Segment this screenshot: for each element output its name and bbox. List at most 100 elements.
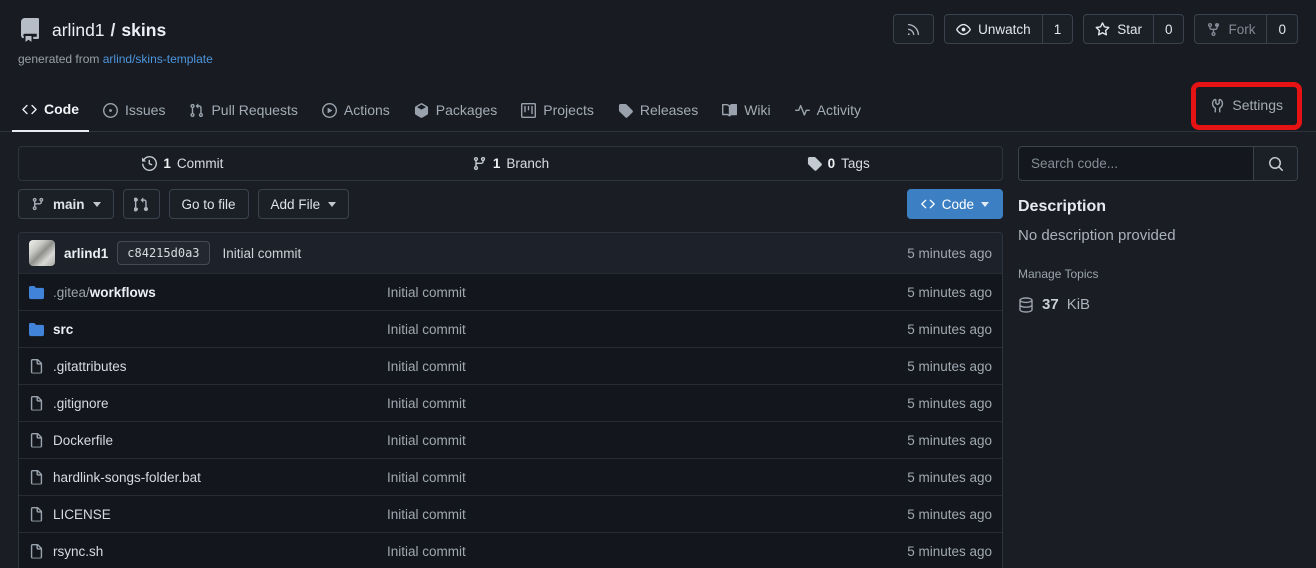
tab-code[interactable]: Code: [12, 92, 89, 132]
search-input[interactable]: [1019, 147, 1253, 180]
stars-count[interactable]: 0: [1153, 15, 1184, 43]
generated-from-text: generated from: [18, 52, 99, 66]
file-commit-message[interactable]: Initial commit: [387, 322, 822, 337]
file-commit-time: 5 minutes ago: [822, 544, 992, 559]
file-name: LICENSE: [53, 507, 111, 522]
tab-packages-label: Packages: [436, 102, 497, 118]
chevron-down-icon: [328, 202, 336, 207]
file-name: .gitignore: [53, 396, 109, 411]
file-commit-time: 5 minutes ago: [822, 396, 992, 411]
file-table: arlind1 c84215d0a3 Initial commit 5 minu…: [18, 232, 1003, 568]
folder-link[interactable]: .gitea/workflows: [29, 285, 387, 300]
file-link[interactable]: hardlink-songs-folder.bat: [29, 470, 387, 485]
branch-selector[interactable]: main: [18, 189, 114, 219]
tags-stat[interactable]: 0 Tags: [674, 156, 1002, 171]
star-label: Star: [1117, 22, 1142, 37]
tab-actions[interactable]: Actions: [312, 93, 400, 131]
tab-issues[interactable]: Issues: [93, 93, 175, 131]
repo-toolbar: main Go to file Add File Code: [18, 189, 1003, 219]
commit-author-link[interactable]: arlind1: [64, 246, 108, 261]
file-link[interactable]: .gitattributes: [29, 359, 387, 374]
rss-icon: [894, 15, 933, 43]
commits-count: 1: [163, 156, 171, 171]
file-commit-message[interactable]: Initial commit: [387, 285, 822, 300]
file-link[interactable]: .gitignore: [29, 396, 387, 411]
tab-wiki[interactable]: Wiki: [712, 93, 780, 131]
code-download-button[interactable]: Code: [907, 189, 1003, 219]
go-to-file-button[interactable]: Go to file: [169, 189, 249, 219]
star-button[interactable]: Star: [1084, 15, 1153, 43]
file-commit-message[interactable]: Initial commit: [387, 470, 822, 485]
folder-name: workflows: [90, 285, 156, 300]
manage-topics-link[interactable]: Manage Topics: [1018, 267, 1298, 281]
database-icon: [1018, 297, 1034, 313]
star-button-group: Star 0: [1083, 14, 1184, 44]
branches-label: Branch: [506, 156, 549, 171]
repo-size-value: 37: [1042, 296, 1059, 313]
fork-button[interactable]: Fork: [1195, 15, 1266, 43]
pull-request-icon: [189, 103, 204, 118]
rss-button[interactable]: [893, 14, 934, 44]
file-link[interactable]: rsync.sh: [29, 544, 387, 559]
commit-message-link[interactable]: Initial commit: [223, 246, 302, 261]
branch-name: main: [53, 197, 85, 212]
file-icon: [29, 470, 44, 485]
compare-button[interactable]: [123, 189, 160, 219]
tab-actions-label: Actions: [344, 102, 390, 118]
tags-label: Tags: [841, 156, 870, 171]
table-row: Dockerfile Initial commit 5 minutes ago: [19, 421, 1002, 458]
forks-count[interactable]: 0: [1266, 15, 1297, 43]
file-commit-time: 5 minutes ago: [822, 285, 992, 300]
eye-icon: [956, 22, 971, 37]
repo-owner-link[interactable]: arlind1: [52, 20, 105, 41]
file-commit-time: 5 minutes ago: [822, 433, 992, 448]
fork-button-group: Fork 0: [1194, 14, 1298, 44]
tab-projects[interactable]: Projects: [511, 93, 604, 131]
repo-page: arlind1 / skins Unwatch 1: [0, 0, 1316, 568]
repo-action-buttons: Unwatch 1 Star 0 Fork 0: [893, 14, 1298, 44]
template-repo-link[interactable]: arlind/skins-template: [103, 52, 213, 66]
tab-wiki-label: Wiki: [744, 102, 770, 118]
tab-packages[interactable]: Packages: [404, 93, 507, 131]
folder-name: src: [53, 322, 73, 337]
file-commit-message[interactable]: Initial commit: [387, 507, 822, 522]
latest-commit-row: arlind1 c84215d0a3 Initial commit 5 minu…: [19, 233, 1002, 273]
repo-book-icon: [18, 18, 42, 42]
branch-icon: [31, 197, 45, 211]
watchers-count[interactable]: 1: [1042, 15, 1073, 43]
commits-stat[interactable]: 1 Commit: [19, 156, 347, 171]
repo-title-separator: /: [111, 20, 116, 41]
branches-stat[interactable]: 1 Branch: [347, 156, 675, 171]
file-commit-message[interactable]: Initial commit: [387, 359, 822, 374]
add-file-button[interactable]: Add File: [258, 189, 350, 219]
tools-icon: [1210, 98, 1225, 113]
folder-path-prefix: .gitea/: [53, 285, 90, 300]
file-commit-message[interactable]: Initial commit: [387, 433, 822, 448]
tab-activity[interactable]: Activity: [785, 93, 871, 131]
file-icon: [29, 396, 44, 411]
tab-releases[interactable]: Releases: [608, 93, 708, 131]
file-link[interactable]: LICENSE: [29, 507, 387, 522]
folder-icon: [29, 322, 44, 337]
generated-from: generated from arlind/skins-template: [0, 44, 1316, 66]
commit-hash-badge[interactable]: c84215d0a3: [117, 241, 209, 265]
avatar[interactable]: [29, 240, 55, 266]
play-circle-icon: [322, 103, 337, 118]
folder-link[interactable]: src: [29, 322, 387, 337]
search-button[interactable]: [1253, 147, 1297, 180]
unwatch-button[interactable]: Unwatch: [945, 15, 1042, 43]
tab-settings[interactable]: Settings: [1204, 89, 1289, 123]
tab-releases-label: Releases: [640, 102, 698, 118]
repo-title: arlind1 / skins: [52, 20, 166, 41]
tab-pull-requests[interactable]: Pull Requests: [179, 93, 307, 131]
file-link[interactable]: Dockerfile: [29, 433, 387, 448]
repo-name-link[interactable]: skins: [121, 20, 166, 41]
file-icon: [29, 507, 44, 522]
repo-tabs: Code Issues Pull Requests Actions Packag…: [0, 82, 1316, 132]
tab-pull-requests-label: Pull Requests: [211, 102, 297, 118]
repo-size: 37 KiB: [1018, 296, 1298, 313]
file-commit-message[interactable]: Initial commit: [387, 544, 822, 559]
tab-issues-label: Issues: [125, 102, 165, 118]
commits-label: Commit: [177, 156, 224, 171]
file-commit-message[interactable]: Initial commit: [387, 396, 822, 411]
